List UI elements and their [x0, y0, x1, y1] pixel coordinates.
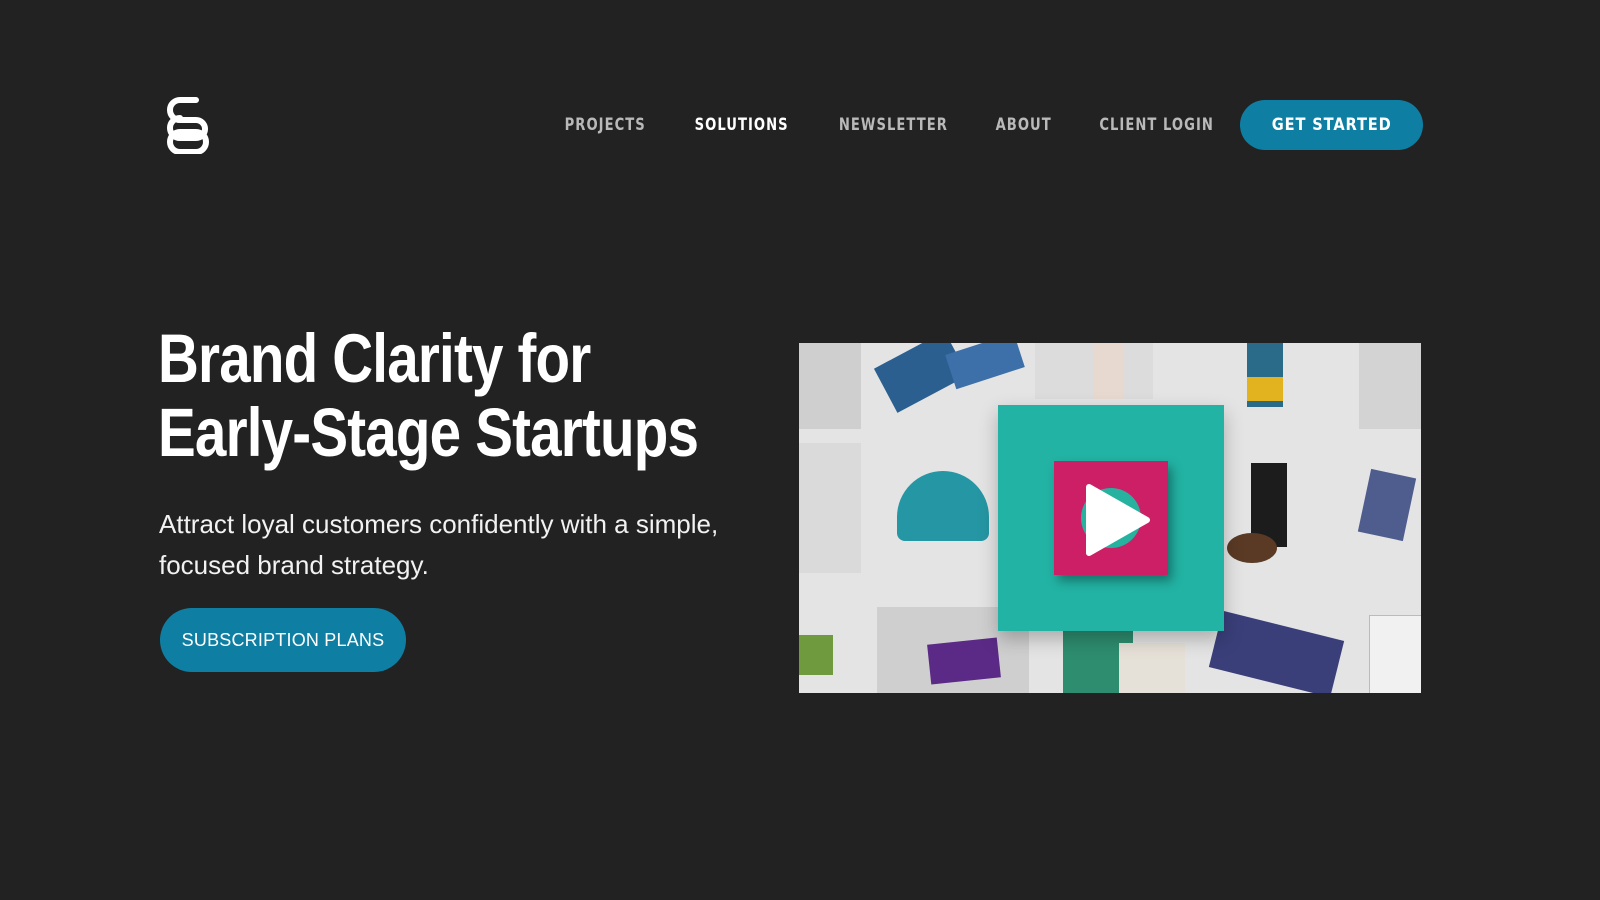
nav-item-newsletter[interactable]: NEWSLETTER [839, 115, 948, 135]
thumbnail-tile [945, 343, 1025, 390]
thumbnail-tile [1227, 533, 1277, 563]
thumbnail-tile [1247, 377, 1283, 401]
thumbnail-tile [799, 443, 861, 573]
thumbnail-tile [1119, 643, 1185, 693]
thumbnail-tile [1357, 468, 1417, 542]
hero-title-line2: Early-Stage Startups [158, 394, 699, 471]
hero-title-line1: Brand Clarity for [158, 320, 591, 397]
thumbnail-tile [799, 635, 833, 675]
nav-item-solutions[interactable]: SOLUTIONS [695, 115, 789, 135]
hero-subtitle: Attract loyal customers confidently with… [159, 509, 719, 580]
nav-item-client-login[interactable]: CLIENT LOGIN [1100, 115, 1215, 135]
thumbnail-tile [1359, 343, 1421, 429]
thumbnail-tile [897, 471, 989, 541]
page: PROJECTS SOLUTIONS NEWSLETTER ABOUT CLIE… [0, 0, 1600, 900]
nav-item-about[interactable]: ABOUT [996, 115, 1052, 135]
nav-item-projects[interactable]: PROJECTS [565, 115, 646, 135]
brand-logo-icon[interactable] [166, 96, 210, 154]
get-started-label: GET STARTED [1271, 115, 1392, 135]
thumbnail-tile [1094, 343, 1124, 399]
thumbnail-tile [1369, 615, 1421, 693]
hero-title: Brand Clarity for Early-Stage Startups [158, 320, 699, 471]
subscription-plans-button[interactable]: SUBSCRIPTION PLANS [160, 608, 406, 672]
play-icon[interactable] [1083, 483, 1153, 557]
thumbnail-tile [1208, 610, 1345, 693]
thumbnail-tile [927, 637, 1001, 685]
video-player[interactable] [799, 343, 1421, 693]
thumbnail-tile [799, 343, 861, 429]
get-started-button[interactable]: GET STARTED [1239, 100, 1423, 150]
main-nav: PROJECTS SOLUTIONS NEWSLETTER ABOUT CLIE… [524, 100, 1423, 150]
